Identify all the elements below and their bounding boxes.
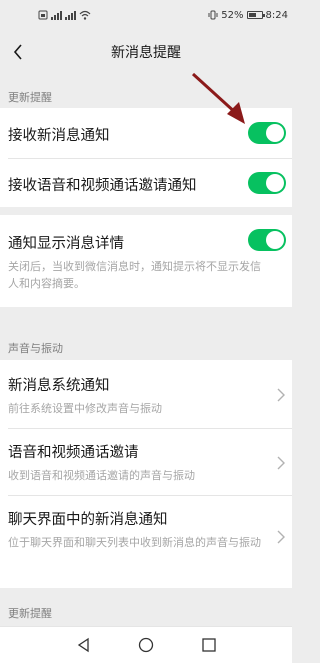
row-subtitle: 关闭后，当收到微信消息时，通知提示将不显示发信人和内容摘要。: [8, 260, 261, 290]
receive-voice-video-toggle[interactable]: [248, 172, 286, 194]
sound-vibration-group: 新消息系统通知 前往系统设置中修改声音与振动 语音和视频通话邀请 收到语音和视频…: [0, 360, 292, 588]
row-subtitle: 前往系统设置中修改声音与振动: [8, 402, 162, 415]
status-right-icons: 52% 8:24: [208, 8, 288, 22]
section-header-sound-vibration: 声音与振动: [8, 342, 63, 355]
row-voice-video-invite[interactable]: 语音和视频通话邀请 收到语音和视频通话邀请的声音与振动: [0, 429, 292, 495]
back-triangle-icon[interactable]: [75, 636, 93, 654]
wifi-icon: [79, 10, 91, 20]
status-left-icons: [38, 8, 91, 22]
signal-icon: [65, 10, 76, 20]
section-header-update-reminder-2: 更新提醒: [8, 607, 52, 620]
annotation-arrow: [191, 72, 245, 124]
system-nav-bar: [0, 626, 292, 663]
row-subtitle: 收到语音和视频通话邀请的声音与振动: [8, 469, 195, 482]
home-circle-icon[interactable]: [137, 636, 155, 654]
row-title: 接收语音和视频通话邀请通知: [8, 178, 197, 194]
battery-icon: [246, 11, 265, 19]
row-title: 新消息系统通知: [8, 378, 110, 394]
row-title: 语音和视频通话邀请: [8, 445, 139, 461]
recents-square-icon[interactable]: [200, 636, 218, 654]
row-receive-voice-video: 接收语音和视频通话邀请通知: [0, 159, 292, 207]
row-chat-new-message[interactable]: 聊天界面中的新消息通知 位于聊天界面和聊天列表中收到新消息的声音与振动: [0, 496, 292, 588]
status-bar: 52% 8:24: [0, 0, 292, 30]
row-title: 接收新消息通知: [8, 128, 110, 144]
chevron-right-icon: [277, 530, 285, 544]
clock-time: 8:24: [265, 9, 288, 21]
row-title: 通知显示消息详情: [8, 236, 124, 252]
vibrate-icon: [208, 10, 218, 20]
settings-screen: 52% 8:24 新消息提醒 更新提醒 接收新消息通知 接收语音和视频通话邀请通…: [0, 0, 292, 663]
battery-percent: 52%: [221, 9, 244, 21]
show-details-toggle[interactable]: [248, 229, 286, 251]
row-show-details: 通知显示消息详情 关闭后，当收到微信消息时，通知提示将不显示发信人和内容摘要。: [0, 215, 292, 307]
page-title: 新消息提醒: [111, 45, 181, 61]
chevron-right-icon: [277, 456, 285, 470]
details-group: 通知显示消息详情 关闭后，当收到微信消息时，通知提示将不显示发信人和内容摘要。: [0, 215, 292, 307]
signal-icon: [51, 10, 62, 20]
chevron-right-icon: [277, 388, 285, 402]
row-new-message-system[interactable]: 新消息系统通知 前往系统设置中修改声音与振动: [0, 360, 292, 428]
section-header-update-reminder: 更新提醒: [8, 91, 52, 104]
row-title: 聊天界面中的新消息通知: [8, 512, 168, 528]
sim-icon: [38, 10, 48, 20]
row-subtitle: 位于聊天界面和聊天列表中收到新消息的声音与振动: [8, 536, 261, 549]
